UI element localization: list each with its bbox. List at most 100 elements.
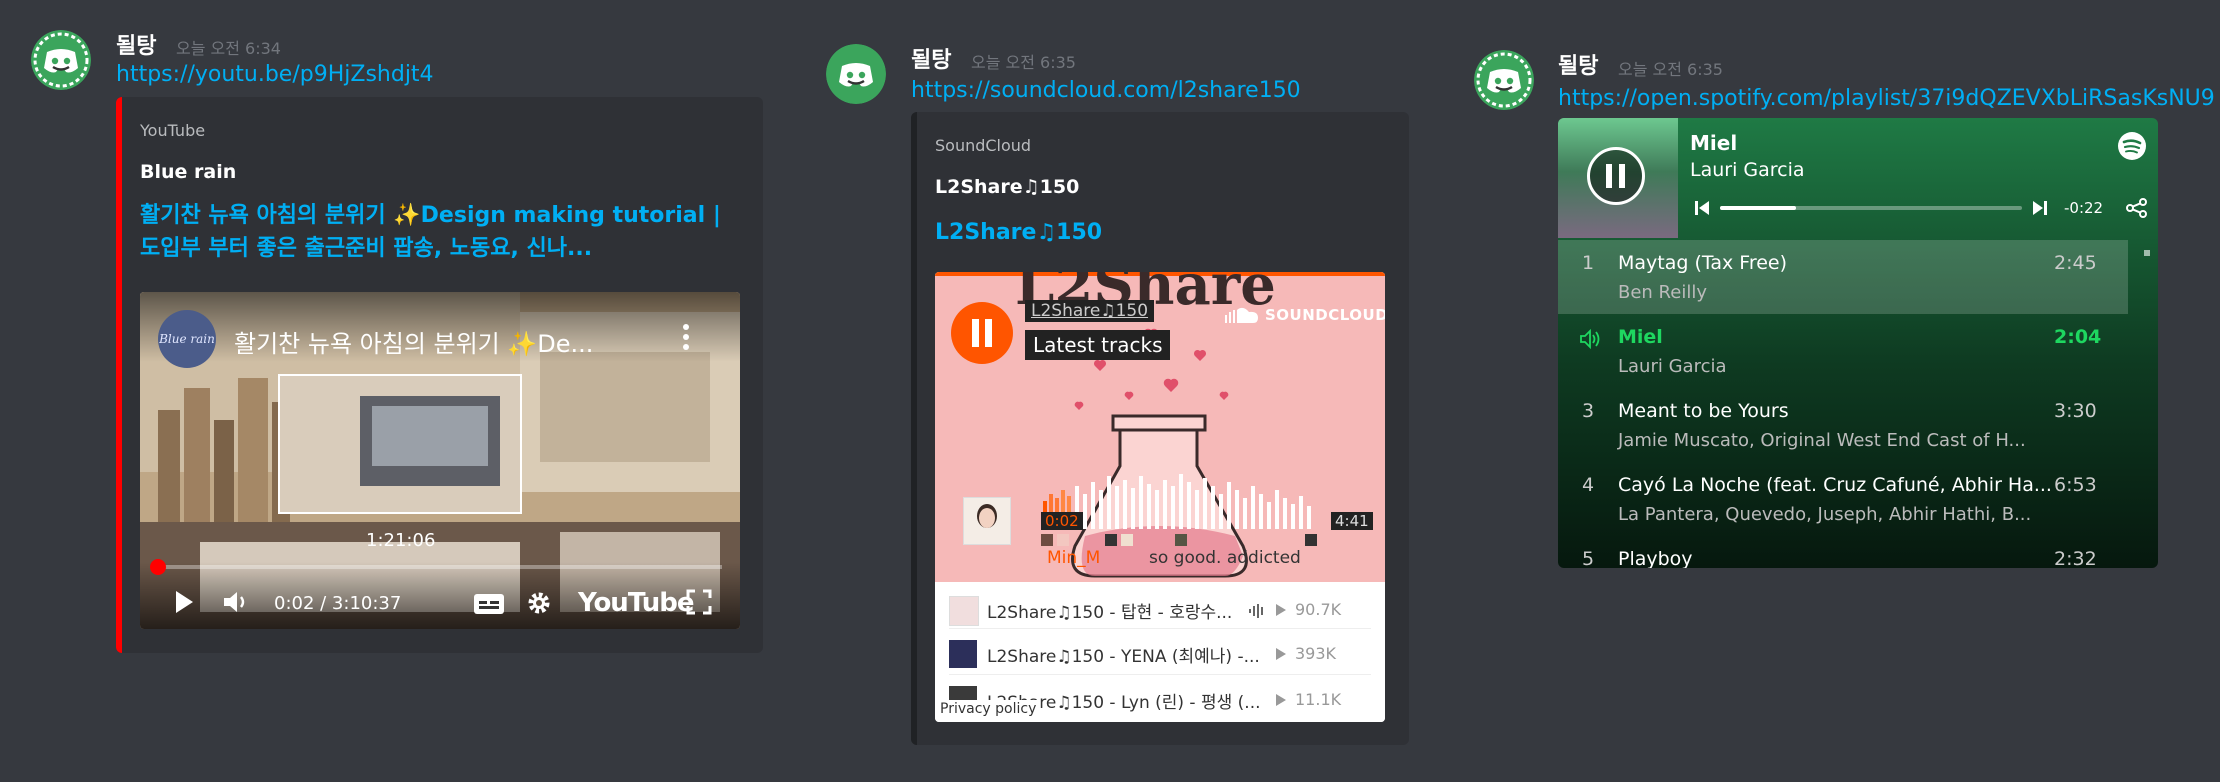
play-icon: [176, 591, 193, 613]
next-track-button[interactable]: [2032, 200, 2048, 220]
comment-user[interactable]: Min_M: [1047, 548, 1100, 568]
track-title: Cayó La Noche (feat. Cruz Cafuné, Abhir …: [1618, 474, 2052, 496]
spotify-embed[interactable]: Miel Lauri Garcia -0:22 1 Maytag (Tax Fr…: [1558, 118, 2158, 568]
youtube-logo[interactable]: YouTube: [578, 588, 694, 618]
track-duration: 3:30: [2054, 400, 2097, 422]
username[interactable]: 될탕: [1558, 48, 1598, 80]
soundcloud-logo[interactable]: SOUNDCLOUD: [1225, 306, 1385, 324]
privacy-policy-link[interactable]: Privacy policy: [937, 700, 1040, 718]
progress-fill: [1720, 206, 1796, 210]
track-number: 1: [1582, 252, 1595, 274]
avatar[interactable]: [826, 44, 886, 104]
more-options-icon[interactable]: [680, 322, 692, 352]
time-start: 0:02: [1041, 512, 1083, 530]
pause-icon: [1606, 164, 1626, 188]
share-button[interactable]: [2126, 198, 2148, 222]
scrub-preview: [278, 374, 522, 514]
play-count-icon: [1276, 604, 1286, 616]
scrollbar[interactable]: [2144, 250, 2150, 256]
username[interactable]: 될탕: [116, 28, 156, 60]
message-link[interactable]: https://open.spotify.com/playlist/37i9dQ…: [1558, 86, 2215, 111]
track-title: Miel: [1618, 326, 1663, 348]
track-row[interactable]: 1 Maytag (Tax Free) Ben Reilly 2:45: [1558, 240, 2128, 314]
album-art[interactable]: [1558, 118, 1678, 238]
track-row[interactable]: 4 Cayó La Noche (feat. Cruz Cafuné, Abhi…: [1558, 462, 2128, 536]
track-row[interactable]: 3 Meant to be Yours Jamie Muscato, Origi…: [1558, 388, 2128, 462]
volume-button[interactable]: [222, 590, 248, 618]
timestamp: 오늘 오전 6:35: [971, 53, 1076, 72]
track-title: Meant to be Yours: [1618, 400, 1789, 422]
track-duration: 2:45: [2054, 252, 2097, 274]
message-link[interactable]: https://youtu.be/p9HjZshdjt4: [116, 62, 434, 87]
track-plays: 11.1K: [1295, 690, 1342, 709]
track-title: L2Share♫150 - 탑현 - 호랑수...: [987, 603, 1233, 623]
youtube-player[interactable]: Blue rain 활기찬 뉴욕 아침의 분위기 ✨De... 1:21:06: [140, 292, 740, 629]
share-icon: [2126, 198, 2147, 218]
track-artist: Ben Reilly: [1618, 282, 1707, 303]
track-duration: 2:32: [2054, 548, 2097, 568]
comment-text: so good. addicted: [1149, 548, 1301, 568]
track-thumb: [949, 596, 979, 626]
play-count-icon: [1276, 694, 1286, 706]
track-plays: 393K: [1295, 644, 1337, 663]
discord-logo-icon: [826, 44, 886, 104]
artwork: L2Share L2Share♫150 Latest tracks SOUNDC…: [935, 272, 1385, 586]
pause-button[interactable]: [951, 302, 1013, 364]
progress-handle[interactable]: [150, 559, 166, 575]
soundcloud-brand: SOUNDCLOUD: [1265, 306, 1385, 324]
video-overlay-title[interactable]: 활기찬 뉴욕 아침의 분위기 ✨De...: [234, 324, 593, 359]
track-plays: 90.7K: [1295, 600, 1342, 619]
timestamp: 오늘 오전 6:35: [1618, 60, 1723, 79]
now-playing-title[interactable]: Miel: [1690, 131, 1737, 155]
username[interactable]: 될탕: [911, 42, 951, 74]
settings-button[interactable]: [526, 590, 552, 620]
discord-logo-icon: [31, 30, 91, 90]
progress-track[interactable]: [158, 565, 722, 569]
skip-forward-icon: [2033, 201, 2047, 215]
avatar[interactable]: [31, 30, 91, 90]
track-thumb: [949, 640, 977, 668]
track-headline[interactable]: Latest tracks: [1025, 330, 1171, 360]
spotify-logo-icon[interactable]: [2118, 132, 2146, 160]
speaker-icon: [1580, 329, 1600, 349]
now-playing-artist[interactable]: Lauri Garcia: [1690, 159, 1805, 181]
soundcloud-player[interactable]: L2Share L2Share♫150 Latest tracks SOUNDC…: [935, 272, 1385, 722]
fullscreen-button[interactable]: [686, 589, 712, 619]
track-row[interactable]: L2Share♫150 - YENA (최예나) -... 393K: [949, 634, 1371, 675]
commenter-avatar[interactable]: [963, 497, 1011, 545]
embed-title-link[interactable]: L2Share♫150: [935, 216, 1102, 249]
timestamp: 오늘 오전 6:34: [176, 39, 281, 58]
subtitles-button[interactable]: [474, 594, 504, 614]
embed-provider[interactable]: YouTube: [140, 121, 205, 140]
fullscreen-icon: [686, 589, 712, 615]
channel-badge-text: Blue rain: [159, 332, 215, 346]
message-link[interactable]: https://soundcloud.com/l2share150: [911, 78, 1301, 103]
previous-track-button[interactable]: [1694, 200, 1710, 220]
track-number: 5: [1582, 548, 1595, 568]
track-row[interactable]: 5 Playboy 2:32: [1558, 536, 2128, 568]
track-row[interactable]: L2Share♫150 - 탑현 - 호랑수... 90.7K: [949, 588, 1371, 629]
progress-track[interactable]: [1720, 206, 2022, 210]
embed-provider[interactable]: SoundCloud: [935, 136, 1031, 155]
track-number: 4: [1582, 474, 1595, 496]
track-user[interactable]: L2Share♫150: [1025, 300, 1155, 322]
embed-author[interactable]: L2Share♫150: [935, 176, 1079, 198]
waveform-icon: [1249, 604, 1263, 618]
tracklist: L2Share♫150 - 탑현 - 호랑수... 90.7K L2Share♫…: [935, 582, 1385, 722]
avatar[interactable]: [1474, 50, 1534, 110]
remaining-time: -0:22: [2064, 199, 2104, 217]
volume-icon: [224, 592, 245, 612]
track-duration: 2:04: [2054, 326, 2102, 348]
pause-button[interactable]: [1587, 147, 1645, 205]
play-button[interactable]: [174, 590, 194, 618]
pause-icon: [972, 319, 992, 347]
channel-avatar[interactable]: Blue rain: [158, 310, 216, 368]
track-title: Playboy: [1618, 548, 1693, 568]
track-number: 3: [1582, 400, 1595, 422]
track-row-active[interactable]: Miel Lauri Garcia 2:04: [1558, 314, 2128, 388]
scrub-time: 1:21:06: [366, 530, 436, 551]
embed-title-link[interactable]: 활기찬 뉴욕 아침의 분위기 ✨Design making tutorial |…: [140, 199, 740, 265]
embed-author[interactable]: Blue rain: [140, 161, 236, 183]
time-display: 0:02 / 3:10:37: [274, 593, 402, 614]
youtube-embed: YouTube Blue rain 활기찬 뉴욕 아침의 분위기 ✨Design…: [116, 97, 763, 653]
